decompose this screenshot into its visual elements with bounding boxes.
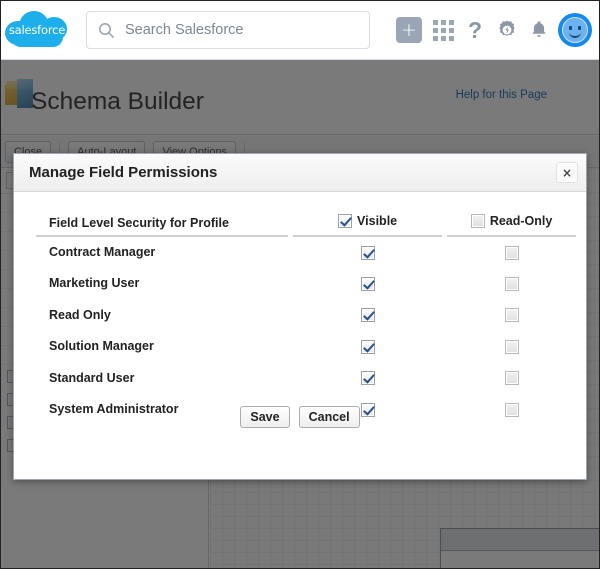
table-row: Read Only <box>36 299 576 331</box>
profile-name: Solution Manager <box>36 331 288 363</box>
profile-name: Standard User <box>36 362 288 394</box>
manage-field-permissions-dialog: Manage Field Permissions × Field Level S… <box>13 153 587 480</box>
readonly-checkbox[interactable] <box>505 277 519 291</box>
global-header: salesforce + ? <box>1 1 599 60</box>
table-header-row: Field Level Security for Profile Visible <box>36 210 576 236</box>
table-row: Marketing User <box>36 268 576 300</box>
gear-icon <box>495 18 519 42</box>
visible-cell <box>293 331 442 363</box>
readonly-checkbox[interactable] <box>505 308 519 322</box>
readonly-cell <box>447 331 576 363</box>
visible-checkbox[interactable] <box>361 340 375 354</box>
app-launcher-icon[interactable] <box>430 17 456 43</box>
readonly-cell <box>447 299 576 331</box>
global-search-box[interactable] <box>86 11 370 49</box>
notifications-bell-icon[interactable] <box>528 17 550 43</box>
dialog-body: Field Level Security for Profile Visible <box>14 192 586 425</box>
app-launcher-grid <box>433 20 454 41</box>
visible-checkbox[interactable] <box>361 371 375 385</box>
profile-name: Contract Manager <box>36 236 288 268</box>
save-button[interactable]: Save <box>240 406 289 428</box>
visible-cell <box>293 236 442 268</box>
visible-cell <box>293 299 442 331</box>
select-all-visible-checkbox[interactable] <box>338 214 352 228</box>
column-header-visible-label: Visible <box>357 214 397 228</box>
profile-name: Read Only <box>36 299 288 331</box>
avatar-face <box>562 17 588 43</box>
visible-cell <box>293 362 442 394</box>
visible-checkbox[interactable] <box>361 277 375 291</box>
dialog-header: Manage Field Permissions × <box>14 154 586 192</box>
search-input[interactable] <box>125 22 355 38</box>
logo-wordmark: salesforce <box>3 7 71 53</box>
readonly-checkbox[interactable] <box>505 340 519 354</box>
readonly-checkbox[interactable] <box>505 371 519 385</box>
column-header-visible: Visible <box>293 210 442 236</box>
cancel-button[interactable]: Cancel <box>299 406 360 428</box>
close-icon[interactable]: × <box>556 162 578 183</box>
app-screenshot: salesforce + ? <box>0 0 600 569</box>
column-header-profile: Field Level Security for Profile <box>36 210 288 236</box>
readonly-checkbox[interactable] <box>505 246 519 260</box>
help-icon[interactable]: ? <box>464 17 486 43</box>
add-icon[interactable]: + <box>396 17 422 43</box>
table-row: Contract Manager <box>36 236 576 268</box>
visible-checkbox[interactable] <box>361 246 375 260</box>
select-all-readonly-checkbox[interactable] <box>471 214 485 228</box>
plus-glyph: + <box>401 21 417 40</box>
readonly-cell <box>447 236 576 268</box>
field-permissions-table: Field Level Security for Profile Visible <box>36 210 576 425</box>
visible-checkbox[interactable] <box>361 308 375 322</box>
readonly-cell <box>447 362 576 394</box>
readonly-cell <box>447 268 576 300</box>
profile-name: Marketing User <box>36 268 288 300</box>
column-header-readonly-label: Read-Only <box>490 214 553 228</box>
table-row: Solution Manager <box>36 331 576 363</box>
search-icon <box>87 22 125 39</box>
question-mark-glyph: ? <box>468 17 482 44</box>
dialog-footer: Save Cancel <box>14 397 586 479</box>
setup-gear-icon[interactable] <box>494 17 520 43</box>
table-row: Standard User <box>36 362 576 394</box>
visible-cell <box>293 268 442 300</box>
bell-icon <box>529 19 549 41</box>
global-actions: + ? <box>396 13 592 47</box>
user-avatar-icon[interactable] <box>558 13 592 47</box>
dialog-title: Manage Field Permissions <box>29 164 217 181</box>
salesforce-logo[interactable]: salesforce <box>3 7 71 53</box>
column-header-readonly: Read-Only <box>447 210 576 236</box>
